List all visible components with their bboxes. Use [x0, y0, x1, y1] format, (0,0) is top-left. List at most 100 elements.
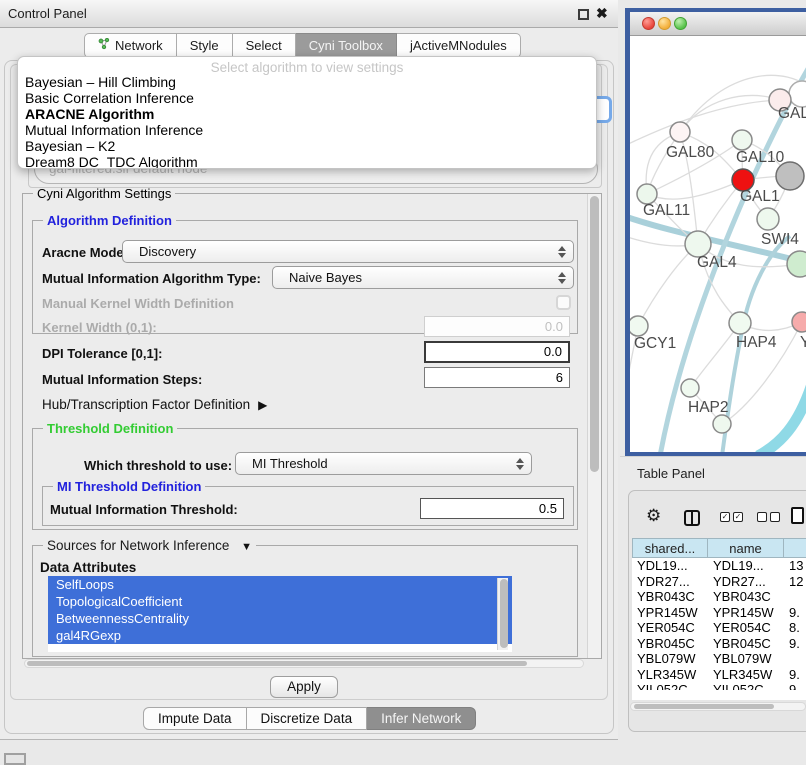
table-column-header[interactable]: name — [708, 538, 784, 558]
bottom-tab-infer-network[interactable]: Infer Network — [367, 707, 476, 730]
network-window-titlebar — [630, 12, 806, 36]
mi-steps-label: Mutual Information Steps: — [42, 372, 202, 387]
hub-definition-toggle[interactable]: Hub/Transcription Factor Definition▶ — [42, 397, 267, 412]
select-all-check-icon[interactable]: ✓ — [733, 512, 743, 522]
export-table-icon[interactable] — [791, 507, 804, 524]
table-cell: 9. — [784, 667, 806, 683]
deselect-all-icon[interactable] — [770, 512, 780, 522]
table-row[interactable]: YBL079WYBL079W — [632, 651, 806, 667]
bottom-tab-impute-data[interactable]: Impute Data — [143, 707, 247, 730]
combo-stepper-icon — [516, 458, 524, 470]
tab-cyni-toolbox[interactable]: Cyni Toolbox — [296, 33, 397, 58]
control-panel-title: Control Panel — [8, 6, 87, 21]
network-node[interactable] — [713, 415, 731, 433]
control-panel-titlebar: Control Panel ✖ — [0, 0, 618, 28]
attribute-item[interactable]: TopologicalCoefficient — [48, 593, 512, 610]
network-node[interactable] — [637, 184, 657, 204]
network-node[interactable] — [681, 379, 699, 397]
attribute-list-scrollbar-thumb[interactable] — [500, 579, 508, 648]
table-cell: 13 — [784, 558, 806, 574]
network-node[interactable] — [787, 251, 806, 277]
table-row[interactable]: YBR045CYBR045C9. — [632, 636, 806, 652]
attribute-item[interactable]: gal4RGexp — [48, 627, 512, 644]
minimize-traffic-light[interactable] — [658, 17, 671, 30]
table-row[interactable]: YDR27...YDR27...12 — [632, 574, 806, 590]
tab-label: Select — [246, 38, 282, 53]
deselect-all-icon[interactable] — [757, 512, 767, 522]
mi-threshold-group-title: MI Threshold Definition — [53, 479, 205, 494]
dpi-tolerance-field[interactable]: 0.0 — [424, 341, 570, 363]
network-node[interactable] — [792, 312, 806, 332]
float-window-icon[interactable] — [578, 9, 589, 20]
algorithm-option[interactable]: Bayesian – K2 — [18, 138, 596, 154]
table-panel-titlebar: Table Panel — [620, 456, 806, 490]
cyni-bottom-tab-bar: Impute DataDiscretize DataInfer Network — [143, 707, 476, 730]
kernel-width-field[interactable]: 0.0 — [424, 316, 570, 337]
node-label: SWI4 — [761, 231, 799, 248]
algorithm-option[interactable]: ARACNE Algorithm — [18, 106, 596, 122]
node-label: HAP2 — [688, 399, 729, 416]
table-cell: 12 — [784, 574, 806, 590]
table-row[interactable]: YBR043CYBR043C — [632, 589, 806, 605]
zoom-traffic-light[interactable] — [674, 17, 687, 30]
network-node[interactable] — [776, 162, 804, 190]
attribute-list-scrollbar — [497, 578, 508, 650]
columns-icon[interactable] — [684, 510, 700, 526]
algorithm-option[interactable]: Bayesian – Hill Climbing — [18, 74, 596, 90]
settings-horizontal-scrollbar-thumb[interactable] — [27, 661, 527, 666]
node-label: GAL11 — [643, 202, 690, 219]
node-label: Y — [800, 334, 806, 351]
node-table: shared...name YDL19...YDL19...13YDR27...… — [632, 538, 806, 700]
attribute-item[interactable]: SelfLoops — [48, 576, 512, 593]
table-cell: 8. — [784, 620, 806, 636]
table-cell: YBL079W — [632, 651, 708, 667]
network-node[interactable] — [670, 122, 690, 142]
table-cell: YLR345W — [632, 667, 708, 683]
settings-vertical-scrollbar-thumb[interactable] — [590, 196, 599, 472]
tab-network[interactable]: Network — [84, 33, 177, 58]
manual-kernel-checkbox[interactable] — [556, 295, 571, 310]
select-all-check-icon[interactable]: ✓ — [720, 512, 730, 522]
table-cell: YBR045C — [632, 636, 708, 652]
mi-steps-field[interactable]: 6 — [424, 367, 570, 388]
tab-jactivemnodules[interactable]: jActiveMNodules — [397, 33, 521, 58]
attribute-item[interactable]: BetweennessCentrality — [48, 610, 512, 627]
gear-icon[interactable]: ⚙ — [646, 506, 661, 526]
table-row[interactable]: YIL052CYIL052C9 — [632, 682, 806, 690]
bottom-tab-discretize-data[interactable]: Discretize Data — [247, 707, 368, 730]
network-node[interactable] — [732, 130, 752, 150]
network-node[interactable] — [729, 312, 751, 334]
table-cell: YPR145W — [632, 605, 708, 621]
tab-label: Style — [190, 38, 219, 53]
table-column-header[interactable]: shared... — [632, 538, 708, 558]
algorithm-option[interactable]: Basic Correlation Inference — [18, 90, 596, 106]
close-traffic-light[interactable] — [642, 17, 655, 30]
table-header-row: shared...name — [632, 538, 806, 558]
data-attributes-list: SelfLoopsTopologicalCoefficientBetweenne… — [48, 576, 512, 652]
minimized-panel-icon[interactable] — [4, 753, 26, 765]
table-column-header[interactable] — [784, 538, 806, 558]
network-node[interactable] — [630, 316, 648, 336]
sources-group-toggle[interactable]: Sources for Network Inference ▼ — [43, 538, 256, 553]
network-node[interactable] — [757, 208, 779, 230]
table-cell — [784, 651, 806, 667]
table-row[interactable]: YER054CYER054C8. — [632, 620, 806, 636]
table-row[interactable]: YDL19...YDL19...13 — [632, 558, 806, 574]
apply-button[interactable]: Apply — [270, 676, 338, 698]
tab-style[interactable]: Style — [177, 33, 233, 58]
aracne-mode-value: Discovery — [139, 244, 196, 259]
which-threshold-combo[interactable]: MI Threshold — [235, 452, 532, 475]
table-row[interactable]: YLR345WYLR345W9. — [632, 667, 806, 683]
algorithm-popup-placeholder: Select algorithm to view settings — [18, 57, 596, 74]
mi-threshold-field[interactable]: 0.5 — [420, 498, 564, 519]
table-horizontal-scrollbar-thumb[interactable] — [634, 704, 774, 709]
tab-select[interactable]: Select — [233, 33, 296, 58]
aracne-mode-combo[interactable]: Discovery — [122, 240, 574, 263]
table-row[interactable]: YPR145WYPR145W9. — [632, 605, 806, 621]
close-icon[interactable]: ✖ — [596, 5, 608, 22]
algorithm-option[interactable]: Dream8 DC_TDC Algorithm — [18, 154, 596, 169]
mi-algorithm-type-combo[interactable]: Naive Bayes — [272, 266, 574, 289]
network-canvas[interactable]: GALGAL80GAL10GAL1GAL11SWI4GAL4GCY1HAP4YH… — [630, 36, 806, 452]
algorithm-option[interactable]: Mutual Information Inference — [18, 122, 596, 138]
network-edge — [638, 244, 698, 326]
